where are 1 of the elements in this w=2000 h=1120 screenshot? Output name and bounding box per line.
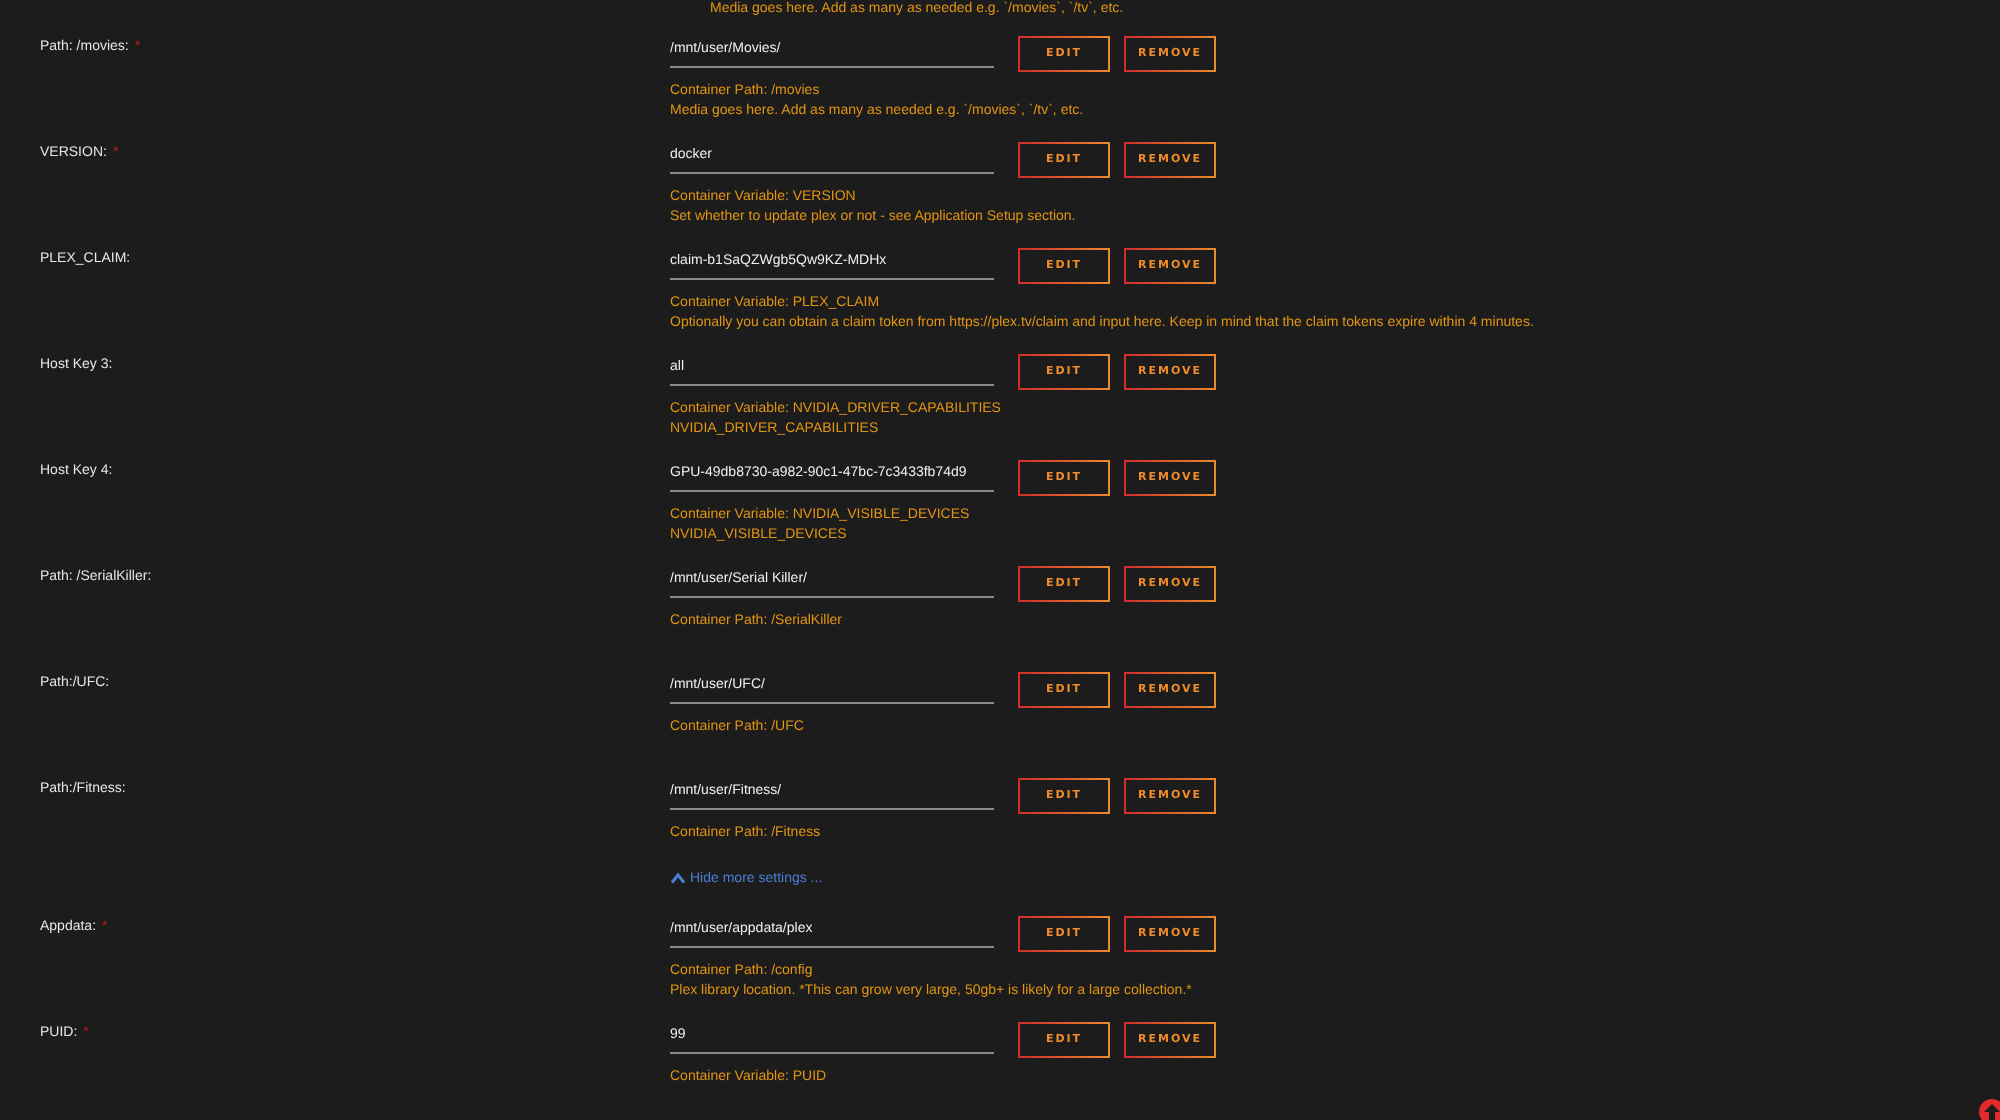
chevron-up-icon (670, 872, 686, 884)
